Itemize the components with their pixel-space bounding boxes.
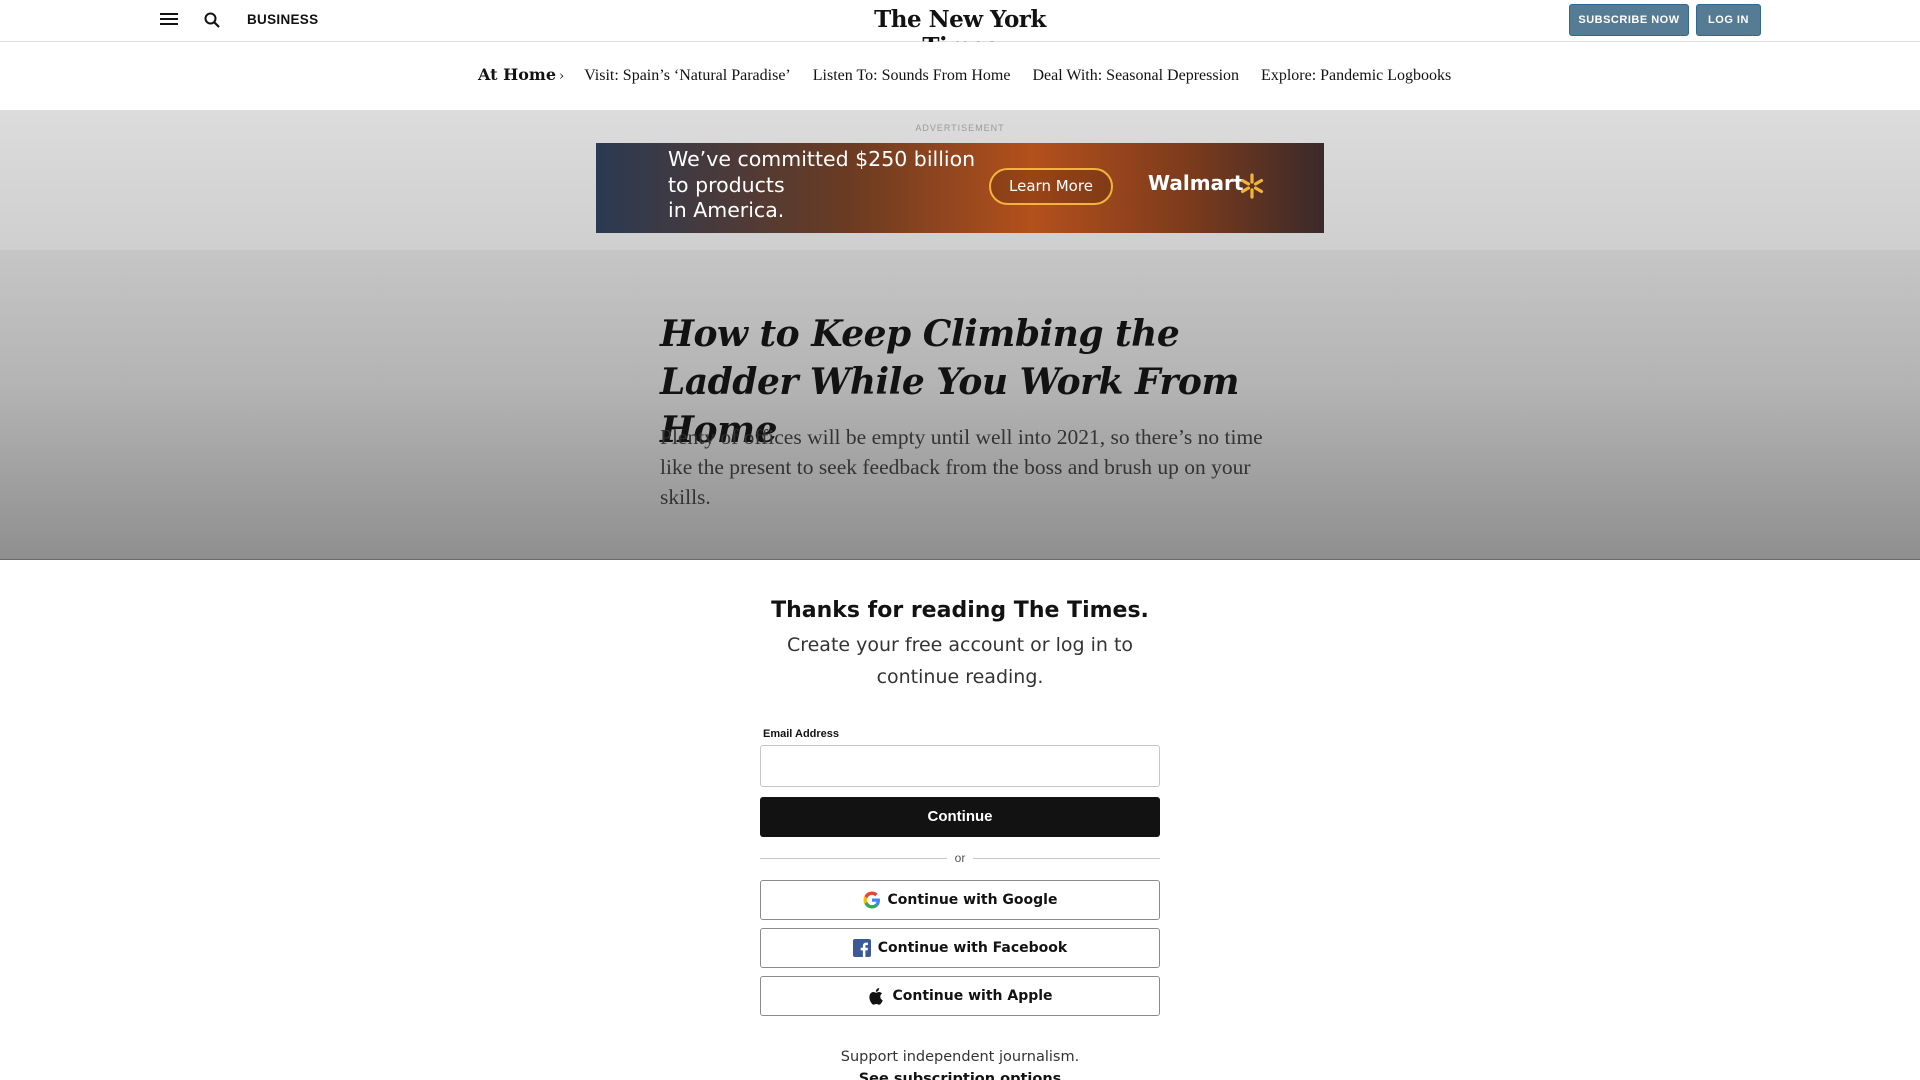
masthead: BUSINESS The New York Times SUBSCRIBE NO… xyxy=(0,0,1920,60)
spark-icon xyxy=(1240,173,1264,199)
search-icon[interactable] xyxy=(203,11,221,29)
ad-brand-name: Walmart xyxy=(1148,171,1244,195)
subnav-item-visit[interactable]: Visit: Spain’s ‘Natural Paradise’ xyxy=(584,67,791,85)
gate-title: Thanks for reading The Times. xyxy=(771,598,1149,623)
support-text: Support independent journalism. xyxy=(840,1049,1080,1065)
section-link-business[interactable]: BUSINESS xyxy=(247,12,318,27)
continue-with-facebook-button[interactable]: Continue with Facebook xyxy=(760,928,1160,968)
section-subnav: At Home › Visit: Spain’s ‘Natural Paradis… xyxy=(0,42,1920,110)
continue-button[interactable]: Continue xyxy=(760,797,1160,837)
menu-icon[interactable] xyxy=(160,13,178,27)
subnav-item-explore[interactable]: Explore: Pandemic Logbooks xyxy=(1261,67,1451,85)
apple-icon xyxy=(869,988,884,1005)
google-icon xyxy=(863,891,880,909)
see-subscription-options-link[interactable]: See subscription options xyxy=(0,1071,1920,1080)
email-field[interactable] xyxy=(760,745,1160,787)
ad-band: ADVERTISEMENT We’ve committed $250 billi… xyxy=(0,110,1920,250)
or-divider: or xyxy=(760,851,1160,865)
continue-with-google-button[interactable]: Continue with Google xyxy=(760,880,1160,920)
ad-learn-more-button[interactable]: Learn More xyxy=(989,168,1113,205)
facebook-icon xyxy=(852,939,871,957)
facebook-button-label: Continue with Facebook xyxy=(877,940,1068,956)
subnav-item-listen[interactable]: Listen To: Sounds From Home xyxy=(813,67,1011,85)
apple-button-label: Continue with Apple xyxy=(892,988,1053,1004)
chevron-right-icon: › xyxy=(559,69,565,84)
subnav-heading[interactable]: At Home › xyxy=(478,65,564,84)
article-hero: How to Keep Climbing the Ladder While Yo… xyxy=(0,250,1920,560)
ad-label: ADVERTISEMENT xyxy=(915,123,1005,133)
subnav-item-deal[interactable]: Deal With: Seasonal Depression xyxy=(1032,67,1239,85)
google-button-label: Continue with Google xyxy=(887,892,1058,908)
subscribe-button[interactable]: SUBSCRIBE NOW xyxy=(1569,4,1689,36)
article-summary: Plenty of offices will be empty until we… xyxy=(660,425,1263,509)
email-label: Email Address xyxy=(763,728,840,740)
gate-subtitle: Create your free account or log in to co… xyxy=(786,634,1134,688)
ad-copy: We’ve committed $250 billion to products… xyxy=(668,147,976,222)
ad-banner[interactable]: We’ve committed $250 billion to products… xyxy=(596,143,1324,233)
continue-with-apple-button[interactable]: Continue with Apple xyxy=(760,976,1160,1016)
login-button[interactable]: LOG IN xyxy=(1696,4,1761,36)
